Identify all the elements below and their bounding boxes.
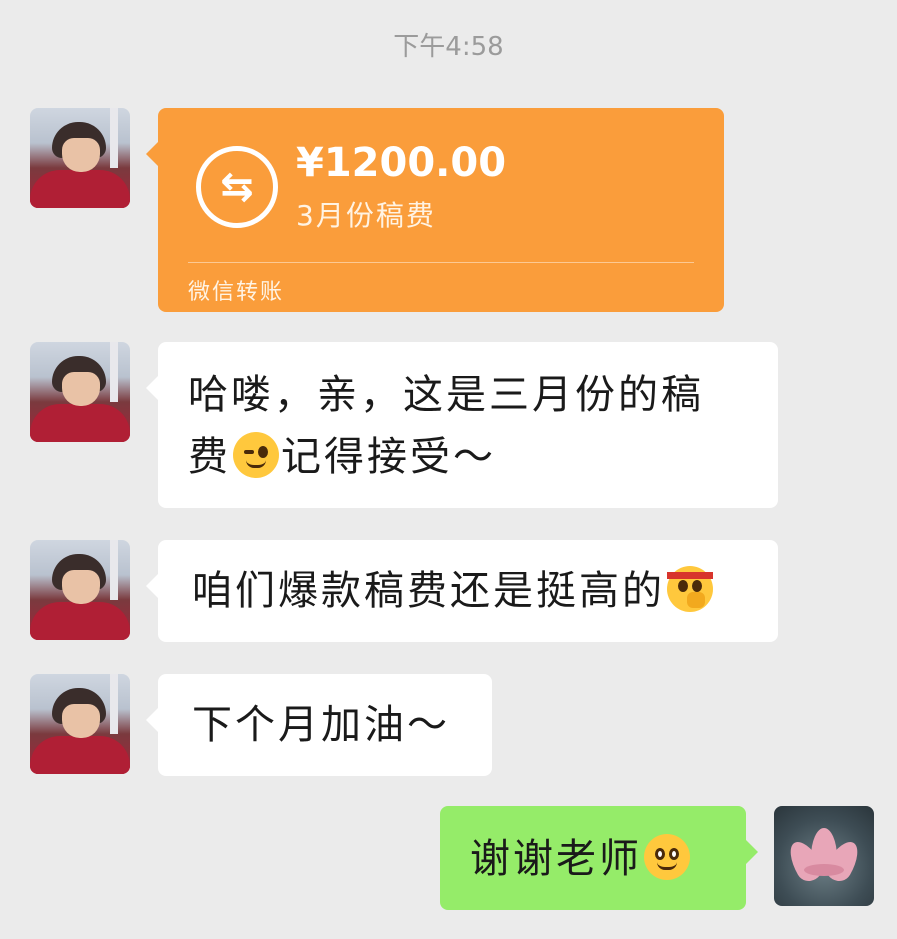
transfer-footer: 微信转账 — [188, 280, 285, 305]
smiling-emoji-icon — [644, 834, 690, 880]
message-line: 哈喽，亲，这是三月份的稿 — [188, 372, 704, 418]
transfer-arrows-icon: ⇆ — [196, 146, 278, 228]
message-line: 谢谢老师 — [470, 836, 642, 882]
message-text: 咱们爆款稿费还是挺高的 — [192, 560, 744, 622]
transfer-divider — [188, 262, 694, 263]
message-text: 下个月加油～ — [192, 694, 458, 756]
message-text: 哈喽，亲，这是三月份的稿 费 记得接受～ — [188, 364, 748, 488]
message-text: 谢谢老师 — [470, 828, 716, 890]
headband-thinking-emoji-icon — [667, 566, 713, 612]
winking-emoji-icon — [233, 432, 279, 478]
message-line: 费 — [188, 434, 231, 480]
message-line: 咱们爆款稿费还是挺高的 — [192, 568, 665, 614]
transfer-note: 3月份稿费 — [296, 199, 436, 232]
sender-avatar[interactable] — [30, 540, 130, 640]
user-avatar[interactable] — [774, 806, 874, 906]
sender-avatar[interactable] — [30, 342, 130, 442]
sender-avatar[interactable] — [30, 108, 130, 208]
message-line: 下个月加油～ — [192, 702, 450, 748]
timestamp: 下午4:58 — [393, 32, 504, 62]
message-bubble[interactable]: 哈喽，亲，这是三月份的稿 费 记得接受～ — [146, 342, 778, 508]
transfer-card[interactable]: ⇆ ¥1200.00 3月份稿费 微信转账 — [146, 108, 724, 312]
message-line: 记得接受～ — [281, 434, 496, 480]
message-bubble[interactable]: 咱们爆款稿费还是挺高的 — [146, 540, 778, 642]
reply-bubble[interactable]: 谢谢老师 — [440, 806, 758, 910]
sender-avatar[interactable] — [30, 674, 130, 774]
message-bubble[interactable]: 下个月加油～ — [146, 674, 492, 776]
transfer-amount: ¥1200.00 — [296, 140, 507, 186]
